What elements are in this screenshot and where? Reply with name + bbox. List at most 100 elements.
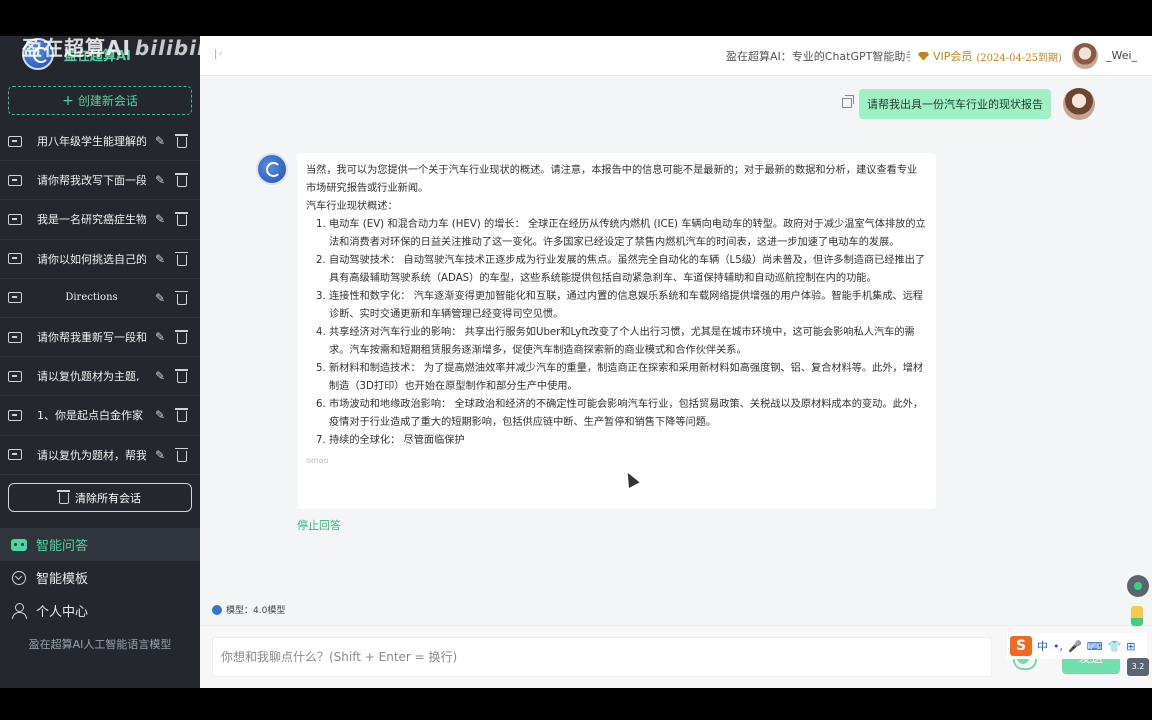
chat-bubble-icon — [8, 135, 22, 147]
list-item: 5. 新材料和制造技术： 为了提高燃油效率并减少汽车的重量，制造商正在探索和采用新… — [316, 360, 926, 396]
stop-answer-button[interactable]: 停止回答 — [297, 517, 341, 533]
bot-intro-text: 当然，我可以为您提供一个关于汽车行业现状的概述。请注意，本报告中的信息可能不是最… — [306, 165, 918, 194]
vip-badge[interactable]: VIP会员 (2024-04-25到期) — [918, 48, 1062, 64]
top-header: |◦ 盈在超算AI：专业的ChatGPT智能助手 VIP会员 (2024-04-… — [200, 36, 1152, 76]
edit-icon[interactable]: ✎ — [152, 290, 168, 306]
delete-icon[interactable] — [174, 211, 190, 227]
sidebar: 盈在超算AI + 创建新会话 用八年级学生能理解的 ✎ 请你帮我改写下面一段 ✎… — [0, 36, 200, 688]
conversation-label: 1、你是起点白金作家 — [37, 409, 143, 423]
menu-item-smart-qa[interactable]: 智能问答 — [0, 528, 200, 561]
delete-icon[interactable] — [174, 290, 190, 306]
chat-input[interactable] — [212, 637, 992, 677]
plus-icon: + — [62, 92, 74, 109]
user-icon — [10, 602, 28, 620]
chat-bubble-icon — [8, 370, 22, 382]
trash-icon — [57, 490, 70, 504]
delete-icon[interactable] — [174, 251, 190, 267]
vip-label: VIP会员 — [933, 50, 973, 63]
conversation-label: 我是一名研究癌症生物 — [37, 213, 146, 227]
delete-icon[interactable] — [174, 133, 190, 149]
edit-icon[interactable]: ✎ — [152, 329, 168, 345]
delete-icon[interactable] — [174, 407, 190, 423]
chat-bubble-icon — [8, 174, 22, 186]
floating-speed-badge: 3.2 — [1127, 658, 1149, 676]
bot-message-card: 当然，我可以为您提供一个关于汽车行业现状的概述。请注意，本报告中的信息可能不是最… — [297, 153, 936, 509]
delete-icon[interactable] — [174, 172, 190, 188]
chat-bubble-icon — [8, 409, 22, 421]
menu-item-label: 智能问答 — [36, 539, 89, 554]
robot-icon — [10, 536, 28, 554]
avatar[interactable] — [1072, 43, 1098, 69]
bot-points-list: 1. 电动车 (EV) 和混合动力车 (HEV) 的增长： 全球正在经历从传统内燃… — [306, 216, 926, 450]
ime-toolbar: S 中 •, 🎤 ⌨ 👕 ⊞ — [1007, 633, 1147, 659]
conversation-label: 请你帮我改写下面一段 — [37, 174, 146, 188]
ime-punctuation-icon[interactable]: •, — [1053, 640, 1063, 653]
conversation-item[interactable]: 请你帮我改写下面一段 ✎ — [0, 161, 200, 201]
conversation-item[interactable]: 请你以如何挑选自己的 ✎ — [0, 240, 200, 279]
conversation-item[interactable]: 用八年级学生能理解的 ✎ — [0, 122, 200, 162]
sidebar-footer: 盈在超算AI人工智能语言模型 — [28, 638, 172, 651]
video-watermark: 盈在超算AI bilibili — [22, 32, 213, 61]
chat-bubble-icon — [8, 292, 22, 304]
chat-bubble-icon — [8, 213, 22, 225]
conversation-item[interactable]: 请以复仇为题材，帮我 ✎ — [0, 436, 200, 475]
list-text: 自动驾驶技术： 自动驾驶汽车技术正逐步成为行业发展的焦点。虽然完全自动化的车辆（… — [329, 255, 926, 284]
delete-icon[interactable] — [174, 329, 190, 345]
bot-avatar — [256, 153, 288, 185]
delete-icon[interactable] — [174, 368, 190, 384]
collapse-sidebar-icon[interactable]: |◦ — [214, 49, 223, 60]
conversation-item[interactable]: 请你帮我重新写一段和 ✎ — [0, 318, 200, 358]
template-icon — [10, 569, 28, 587]
list-text: 连接性和数字化： 汽车逐渐变得更加智能化和互联，通过内置的信息娱乐系统和车载网络… — [329, 291, 924, 320]
edit-icon[interactable]: ✎ — [152, 407, 168, 423]
vip-expiry: (2024-04-25到期) — [976, 52, 1062, 64]
conversation-item[interactable]: 我是一名研究癌症生物 ✎ — [0, 200, 200, 240]
username[interactable]: _Wei_ — [1106, 49, 1137, 62]
watermark-brand: 盈在超算AI — [22, 36, 131, 60]
edit-icon[interactable]: ✎ — [152, 172, 168, 188]
delete-icon[interactable] — [174, 447, 190, 463]
chat-bubble-icon — [8, 449, 22, 461]
user-message-bubble: 请帮我出具一份汽车行业的现状报告 — [859, 89, 1051, 119]
list-number: 5. — [316, 363, 326, 374]
diamond-icon — [918, 51, 929, 61]
conversation-label: 请你帮我重新写一段和 — [37, 331, 146, 345]
list-number: 2. — [316, 255, 326, 266]
edit-icon[interactable]: ✎ — [152, 251, 168, 267]
ime-menu-icon[interactable]: ⊞ — [1126, 640, 1135, 653]
new-chat-label: 创建新会话 — [77, 94, 138, 108]
new-chat-button[interactable]: + 创建新会话 — [8, 86, 192, 115]
chat-bubble-icon — [8, 253, 22, 265]
list-text: 共享经济对汽车行业的影响： 共享出行服务如Uber和Lyft改变了个人出行习惯，… — [329, 327, 915, 356]
conversation-list: 用八年级学生能理解的 ✎ 请你帮我改写下面一段 ✎ 我是一名研究癌症生物 ✎ 请… — [0, 122, 200, 475]
menu-item-label: 智能模板 — [36, 572, 89, 587]
menu-item-templates[interactable]: 智能模板 — [0, 561, 200, 594]
list-item: 1. 电动车 (EV) 和混合动力车 (HEV) 的增长： 全球正在经历从传统内燃… — [316, 216, 926, 252]
list-number: 1. — [316, 219, 326, 230]
ime-keyboard-icon[interactable]: ⌨ — [1087, 640, 1103, 653]
edit-icon[interactable]: ✎ — [152, 447, 168, 463]
edit-icon[interactable]: ✎ — [152, 368, 168, 384]
menu-item-profile[interactable]: 个人中心 — [0, 594, 200, 627]
clear-all-button[interactable]: 清除所有会话 — [8, 483, 192, 512]
conversation-item[interactable]: 1、你是起点白金作家 ✎ — [0, 396, 200, 436]
copy-icon[interactable] — [842, 95, 854, 108]
letterbox-top — [0, 0, 1152, 36]
clear-all-label: 清除所有会话 — [75, 491, 141, 505]
floating-status-icon[interactable] — [1127, 575, 1149, 597]
edit-icon[interactable]: ✎ — [152, 211, 168, 227]
list-number: 3. — [316, 291, 326, 302]
sogou-logo-icon[interactable]: S — [1010, 636, 1032, 656]
conversation-label: 用八年级学生能理解的 — [37, 135, 146, 149]
ime-microphone-icon[interactable]: 🎤 — [1068, 640, 1082, 653]
ime-language-toggle[interactable]: 中 — [1037, 638, 1048, 654]
model-selector[interactable]: 模型：4.0模型 — [212, 603, 285, 616]
conversation-label: 请以复仇为题材，帮我 — [37, 448, 146, 462]
edit-icon[interactable]: ✎ — [152, 133, 168, 149]
letterbox-bottom — [0, 688, 1152, 720]
typing-indicator: omoo — [306, 456, 329, 465]
ime-skin-icon[interactable]: 👕 — [1108, 640, 1122, 653]
conversation-item[interactable]: Directions ✎ — [0, 279, 200, 318]
list-item: 6. 市场波动和地缘政治影响： 全球政治和经济的不确定性可能会影响汽车行业，包括贸… — [316, 396, 926, 432]
conversation-item[interactable]: 请以复仇题材为主题, ✎ — [0, 357, 200, 397]
